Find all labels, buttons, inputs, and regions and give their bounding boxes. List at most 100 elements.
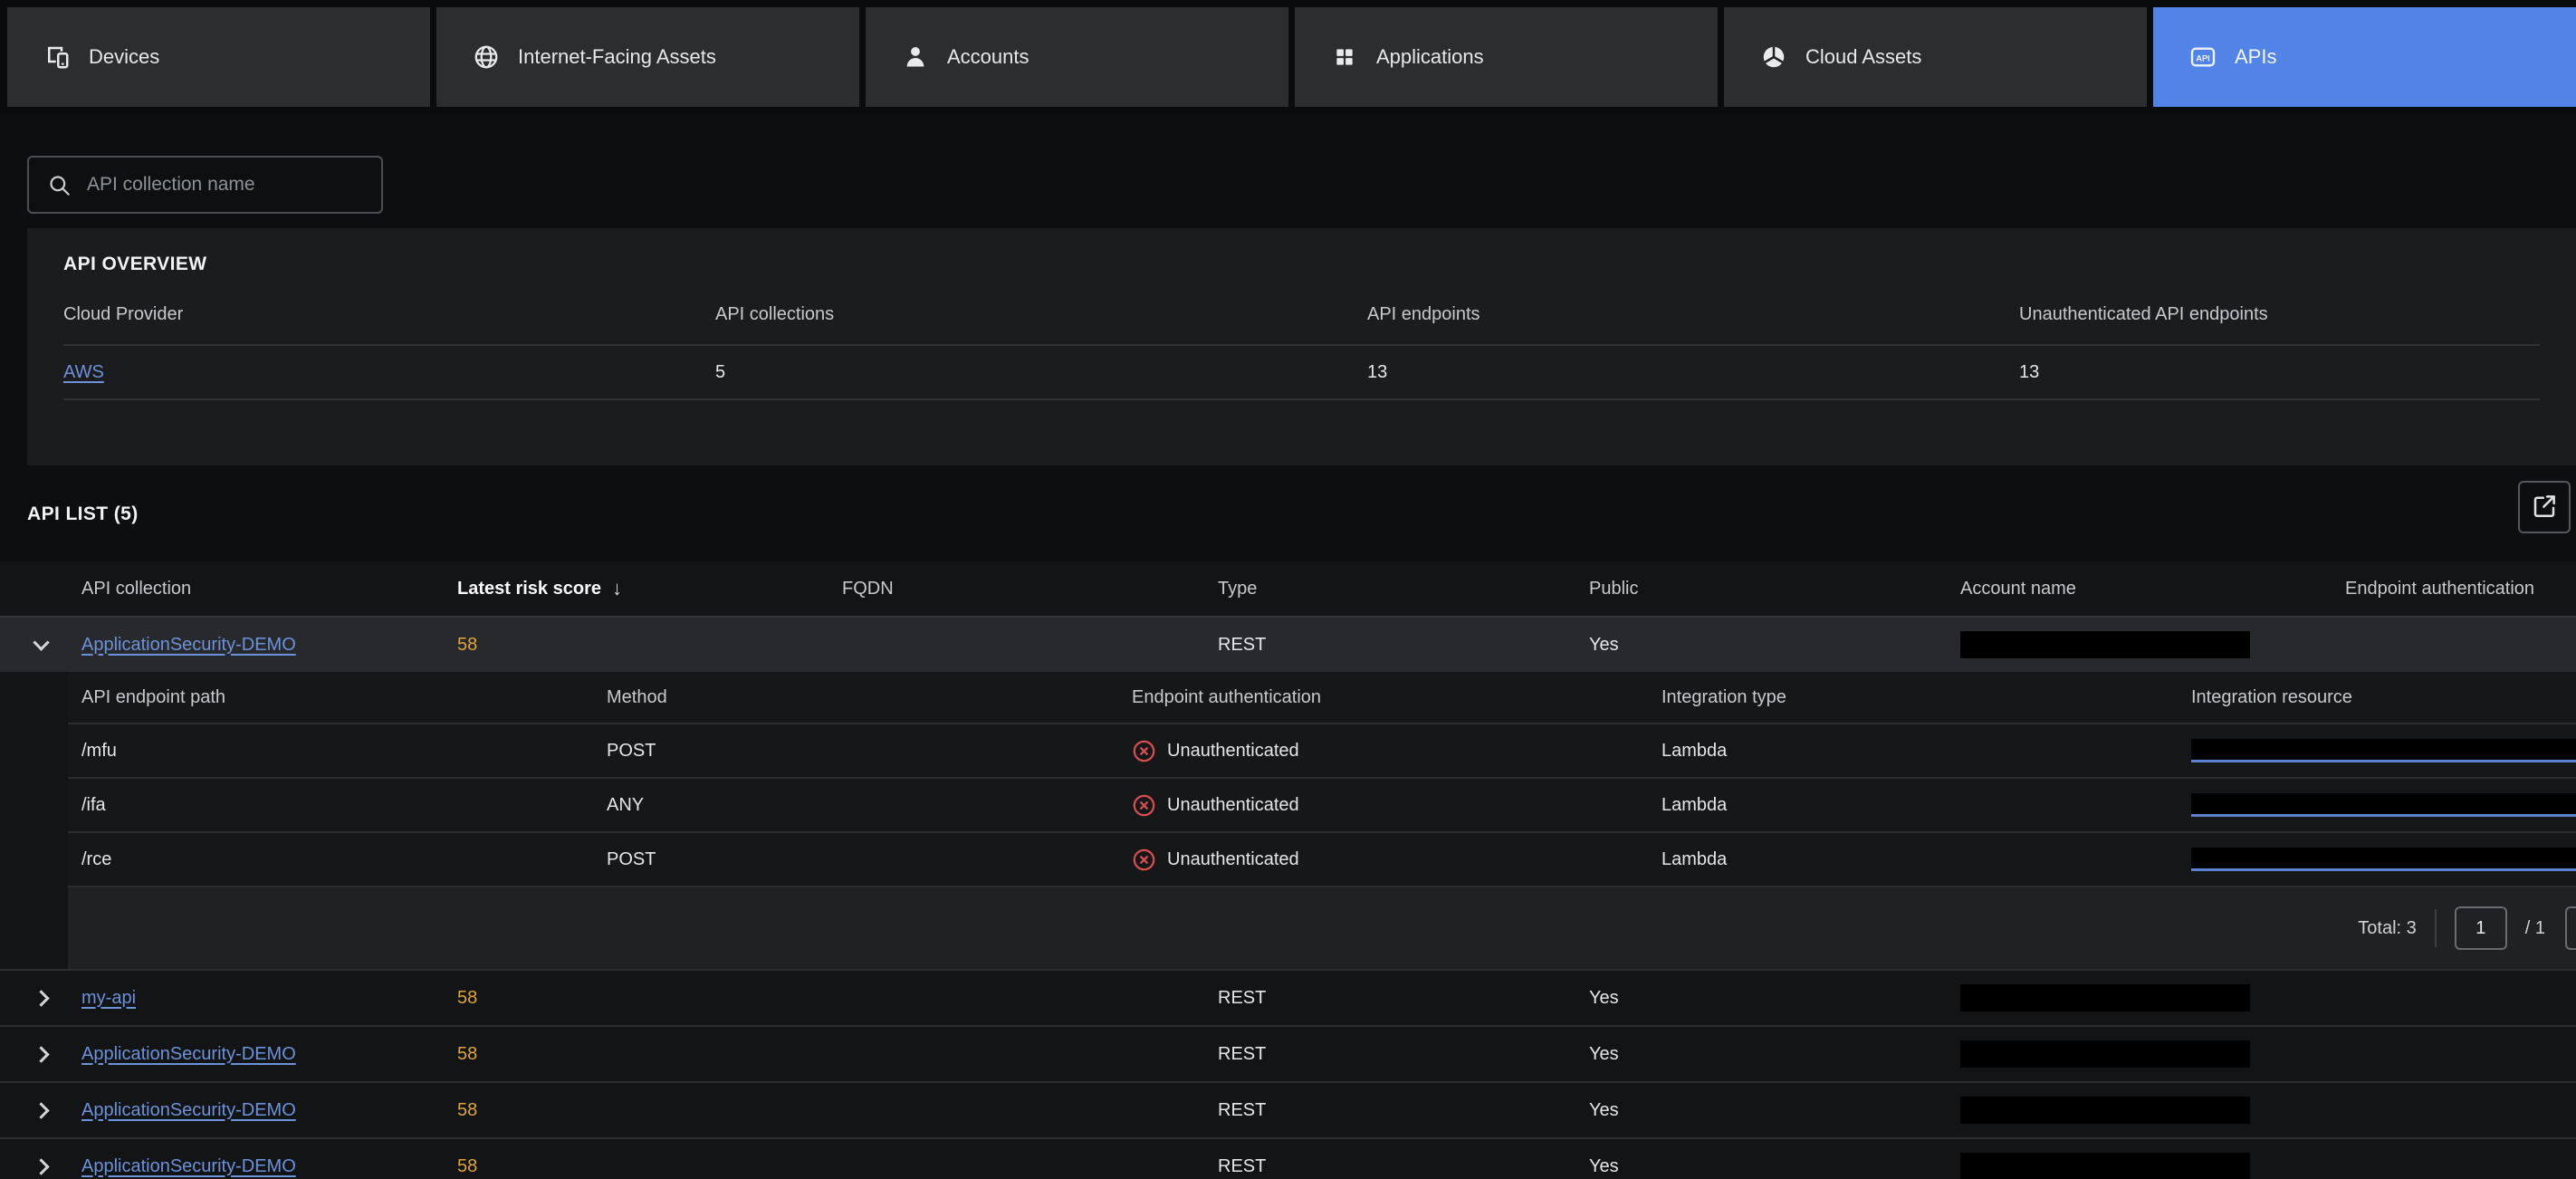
api-list-table: API collection Latest risk score ↓ FQDN Type… (0, 561, 2576, 1179)
account-name-redacted (1960, 1153, 2250, 1179)
svg-text:API: API (2196, 53, 2210, 62)
api-badge-icon: API (2188, 43, 2218, 72)
endpoint-pagination: Total: 3 1 / 1 (68, 886, 2576, 969)
list-column-header-latest-risk-score[interactable]: Latest risk score ↓ (457, 577, 842, 600)
chevron-right-icon (32, 1101, 50, 1119)
api-overview-panel: API OVERVIEW Cloud Provider API collectio… (27, 228, 2576, 465)
list-column-header-public[interactable]: Public (1589, 579, 1960, 599)
api-list-row: ApplicationSecurity-DEMO 58 REST Yes (0, 1025, 2576, 1081)
tab-label: Applications (1376, 45, 1484, 68)
integration-type-value: Lambda (1661, 848, 1728, 869)
endpoint-auth-label: Unauthenticated (1167, 740, 1299, 761)
export-icon (2531, 493, 2558, 522)
overview-column-header-cloud-provider: Cloud Provider (63, 303, 184, 324)
search-input[interactable] (87, 174, 367, 196)
risk-score-value: 58 (457, 987, 478, 1008)
chevron-right-icon (32, 989, 50, 1007)
cloud-provider-link[interactable]: AWS (63, 362, 104, 382)
account-name-cell (1960, 631, 2345, 658)
account-name-redacted (1960, 1097, 2250, 1124)
account-name-cell (1960, 1040, 2345, 1068)
endpoint-auth-cell: Unauthenticated (1132, 848, 1661, 872)
expand-toggle[interactable] (0, 971, 81, 1025)
globe-icon (471, 43, 502, 71)
column-label: Endpoint authentication (2345, 578, 2535, 599)
tab-internet-facing-assets[interactable]: Internet-Facing Assets (436, 7, 859, 107)
risk-score-value: 58 (457, 1043, 478, 1064)
tab-label: Internet-Facing Assets (518, 45, 716, 68)
sort-desc-icon: ↓ (611, 577, 622, 599)
expand-toggle[interactable] (0, 1139, 81, 1179)
tab-applications[interactable]: Applications (1295, 7, 1718, 107)
unauthenticated-api-endpoints-value: 13 (2019, 361, 2040, 382)
integration-resource-redacted-link[interactable] (2191, 793, 2576, 817)
expand-toggle[interactable] (0, 1027, 81, 1081)
integration-resource-redacted-link[interactable] (2191, 739, 2576, 762)
list-column-header-type[interactable]: Type (1218, 579, 1589, 599)
unauthenticated-icon (1132, 739, 1156, 763)
endpoint-column-header-integration-resource: Integration resource (2191, 686, 2352, 707)
list-column-header-endpoint-authentication[interactable]: Endpoint authentication (2345, 579, 2576, 599)
api-collection-link[interactable]: ApplicationSecurity-DEMO (81, 1100, 296, 1120)
api-list-title: API LIST (5) (27, 503, 139, 524)
endpoint-column-header-endpoint-authentication: Endpoint authentication (1132, 686, 1322, 707)
pagination-next-box[interactable] (2565, 906, 2576, 950)
public-value: Yes (1589, 1099, 1619, 1120)
overview-column-header-api-endpoints: API endpoints (1367, 303, 1480, 324)
search-box (27, 156, 383, 214)
api-collection-link[interactable]: ApplicationSecurity-DEMO (81, 1156, 296, 1176)
endpoint-auth-cell: Unauthenticated (1132, 739, 1661, 763)
pagination-of: / 1 (2524, 917, 2545, 938)
list-header-row: API collection Latest risk score ↓ FQDN Type… (0, 561, 2576, 616)
api-collection-cell: ApplicationSecurity-DEMO (81, 1156, 457, 1177)
integration-resource-cell (2191, 793, 2576, 817)
tab-cloud-assets[interactable]: Cloud Assets (1724, 7, 2147, 107)
account-name-redacted (1960, 1040, 2250, 1068)
api-collections-value: 5 (715, 361, 726, 382)
list-column-header-account-name[interactable]: Account name (1960, 579, 2345, 599)
chevron-right-icon (32, 1157, 50, 1175)
api-collection-link[interactable]: my-api (81, 988, 136, 1008)
pagination-page-input[interactable]: 1 (2454, 906, 2507, 950)
column-label: Latest risk score (457, 578, 601, 599)
endpoint-row: /mfu POST Unauthenticated Lambda (68, 723, 2576, 777)
risk-score-value: 58 (457, 634, 478, 655)
type-value: REST (1218, 1099, 1267, 1120)
list-column-header-api-collection[interactable]: API collection (81, 579, 457, 599)
pagination-total: Total: 3 (2358, 917, 2417, 938)
api-collection-link[interactable]: ApplicationSecurity-DEMO (81, 635, 296, 655)
list-column-header-fqdn[interactable]: FQDN (842, 579, 1218, 599)
api-list-row: ApplicationSecurity-DEMO 58 REST Yes (0, 616, 2576, 672)
export-button[interactable] (2518, 481, 2571, 533)
applications-grid-icon (1329, 45, 1360, 69)
tab-accounts[interactable]: Accounts (866, 7, 1288, 107)
endpoint-column-header-integration-type: Integration type (1661, 686, 1786, 707)
endpoint-column-header-api-endpoint-path: API endpoint path (81, 686, 226, 707)
account-name-cell (1960, 1153, 2345, 1179)
integration-resource-redacted-link[interactable] (2191, 848, 2576, 871)
api-collection-cell: ApplicationSecurity-DEMO (81, 1100, 457, 1121)
endpoint-header-row: API endpoint path Method Endpoint authenti… (68, 672, 2576, 723)
api-collection-link[interactable]: ApplicationSecurity-DEMO (81, 1044, 296, 1064)
tab-bar: Devices Internet-Facing Assets Accounts App… (7, 7, 2576, 107)
endpoint-row: /rce POST Unauthenticated Lambda (68, 831, 2576, 886)
api-collection-cell: ApplicationSecurity-DEMO (81, 1044, 457, 1065)
tab-apis[interactable]: API APIs (2153, 7, 2576, 107)
integration-resource-cell (2191, 848, 2576, 871)
column-label: FQDN (842, 578, 894, 599)
method-value: ANY (607, 794, 645, 815)
expand-toggle[interactable] (0, 618, 81, 672)
unauthenticated-icon (1132, 793, 1156, 818)
tab-label: APIs (2235, 45, 2277, 68)
type-value: REST (1218, 634, 1267, 655)
tab-devices[interactable]: Devices (7, 7, 430, 107)
account-name-redacted (1960, 984, 2250, 1011)
integration-resource-cell (2191, 739, 2576, 762)
account-name-cell (1960, 984, 2345, 1011)
unauthenticated-icon (1132, 848, 1156, 872)
type-value: REST (1218, 1043, 1267, 1064)
api-list-row: ApplicationSecurity-DEMO 58 REST Yes (0, 1081, 2576, 1137)
endpoint-path-value: /mfu (81, 740, 117, 761)
expand-toggle[interactable] (0, 1083, 81, 1137)
type-value: REST (1218, 1155, 1267, 1176)
